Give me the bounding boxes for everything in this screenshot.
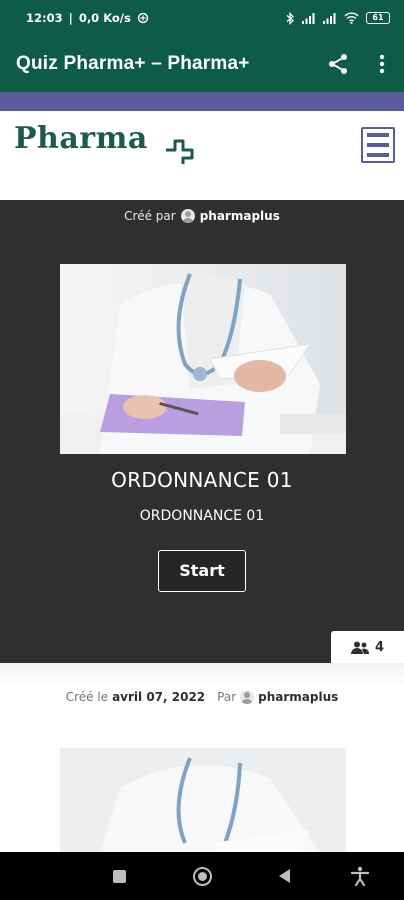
quiz-image	[60, 264, 346, 454]
system-nav-bar	[0, 852, 404, 900]
home-icon[interactable]	[193, 867, 212, 886]
author-link[interactable]: pharmaplus	[258, 690, 338, 704]
created-on-label: Créé le	[65, 690, 109, 704]
players-count-badge: 4	[331, 631, 404, 663]
share-icon[interactable]	[326, 52, 350, 76]
quiz-image	[60, 748, 346, 852]
created-by-label: Créé par	[124, 209, 176, 223]
app-bar-title: Quiz Pharma+ – Pharma+	[16, 53, 250, 74]
recents-icon[interactable]	[113, 870, 126, 883]
players-count: 4	[374, 639, 385, 655]
notification-icon	[137, 12, 149, 24]
second-quiz-meta: Créé le avril 07, 2022 Par pharmaplus	[0, 690, 404, 704]
hamburger-menu-icon[interactable]	[361, 127, 395, 163]
site-top-bar	[0, 92, 404, 111]
bluetooth-icon	[286, 11, 294, 25]
signal-icon	[323, 13, 336, 24]
battery-icon: 61	[366, 12, 390, 24]
network-speed: 0,0 Ko/s	[78, 11, 131, 25]
site-logo[interactable]: Pharma	[14, 121, 148, 156]
quiz-card: Créé par pharmaplus ORDONNANCE 01 ORDONN…	[0, 200, 404, 663]
author-link[interactable]: pharmaplus	[200, 209, 280, 223]
card-divider	[0, 663, 404, 685]
created-date: avril 07, 2022	[112, 690, 206, 704]
start-button[interactable]: Start	[158, 550, 246, 592]
by-label: Par	[217, 690, 237, 704]
accessibility-icon[interactable]	[350, 866, 370, 886]
site-header: Pharma	[0, 111, 404, 191]
avatar	[180, 209, 195, 223]
quiz-title: ORDONNANCE 01	[111, 468, 293, 492]
back-icon[interactable]	[279, 869, 290, 883]
more-vert-icon[interactable]	[372, 52, 392, 76]
quiz-description: ORDONNANCE 01	[139, 508, 265, 524]
status-time: 12:03	[26, 11, 63, 25]
created-by: Créé par pharmaplus	[0, 209, 404, 223]
app-bar: Quiz Pharma+ – Pharma+	[0, 36, 404, 92]
wifi-icon	[344, 12, 359, 24]
avatar	[240, 690, 255, 704]
users-icon	[350, 641, 369, 654]
status-bar: 12:03 | 0,0 Ko/s 61	[0, 0, 404, 36]
signal-icon	[302, 13, 315, 24]
logo-plus-icon	[166, 139, 194, 164]
